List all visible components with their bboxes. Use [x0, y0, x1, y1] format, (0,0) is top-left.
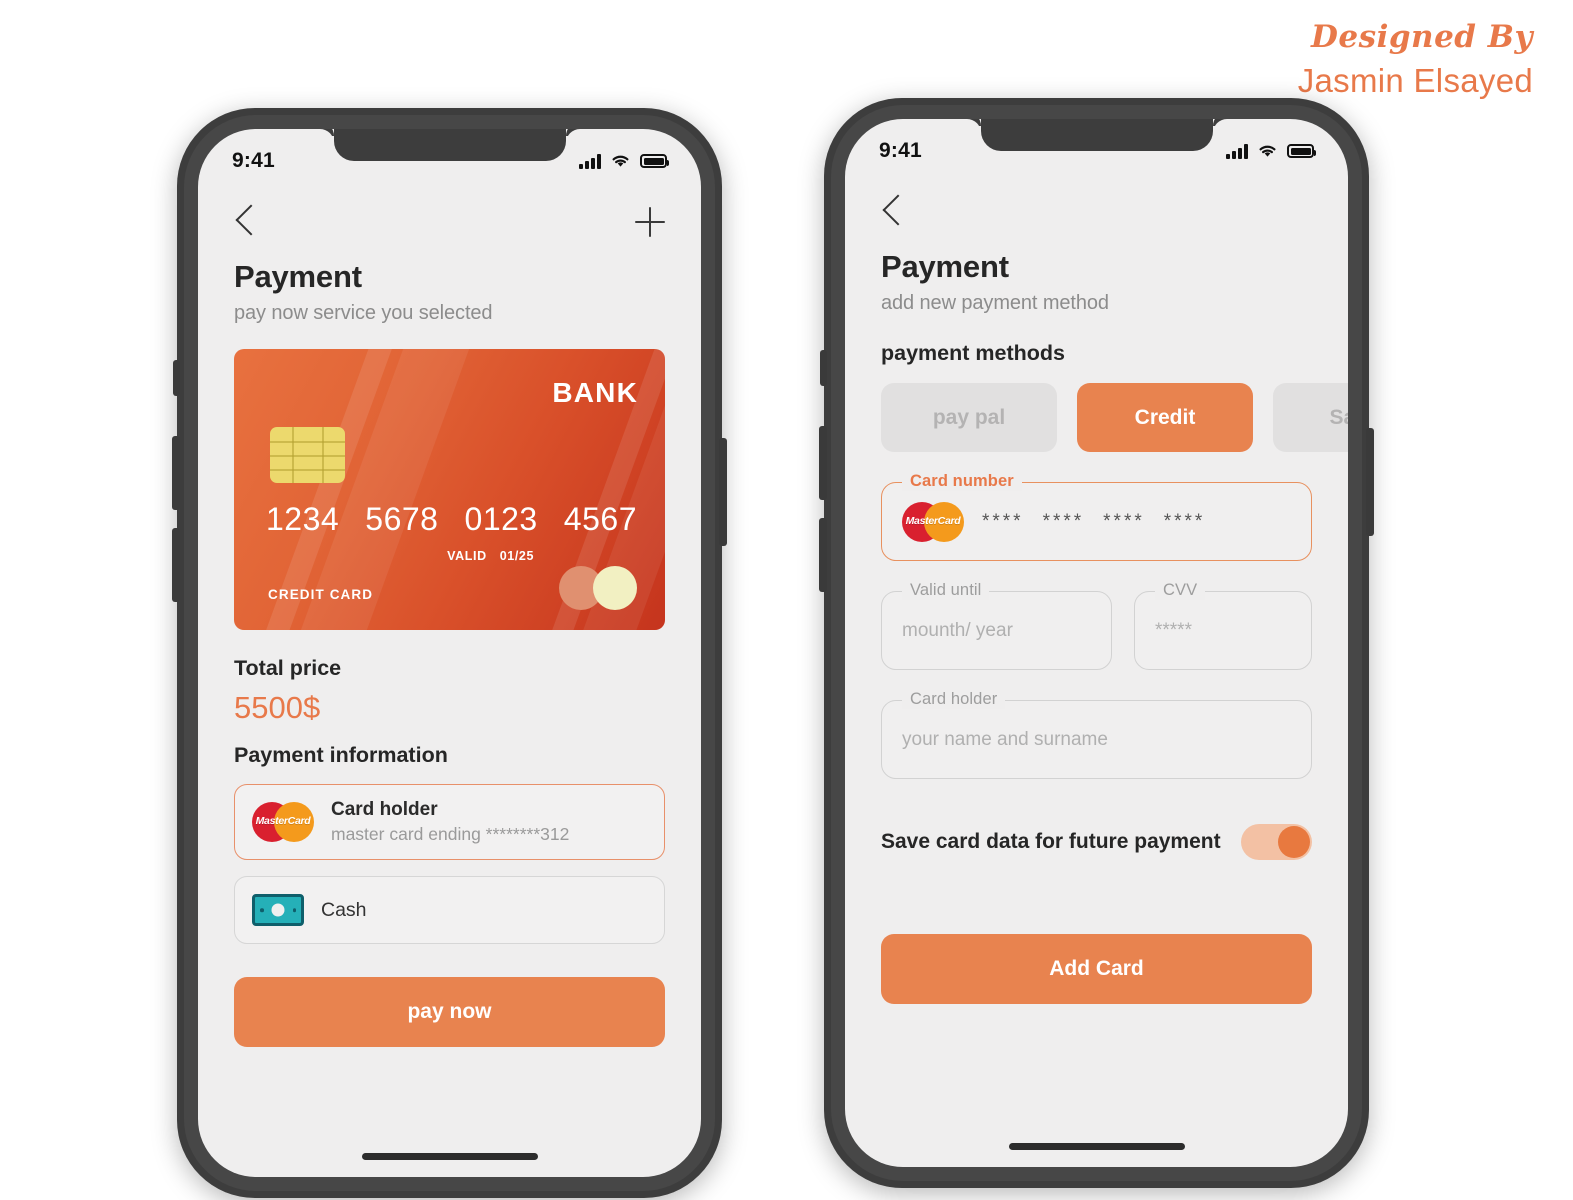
- silent-switch-left[interactable]: [173, 360, 180, 396]
- payment-method-texts: Card holder master card ending ********3…: [331, 799, 569, 845]
- mastercard-circles-icon: [559, 566, 637, 610]
- home-indicator-right[interactable]: [1008, 1143, 1185, 1150]
- volume-up-button-left[interactable]: [172, 436, 180, 510]
- payment-information-label: Payment information: [234, 743, 448, 767]
- credit-line-1: Designed By: [1311, 19, 1533, 55]
- status-bar-left: 9:41: [198, 129, 701, 181]
- status-time: 9:41: [879, 139, 922, 162]
- page-subtitle: add new payment method: [881, 292, 1109, 314]
- volume-down-button-left[interactable]: [172, 528, 180, 602]
- credit-line-2: Jasmin Elsayed: [1297, 61, 1533, 99]
- cvv-label: CVV: [1155, 581, 1206, 600]
- status-bar-right: 9:41: [845, 119, 1348, 171]
- card-number-group: 1234: [266, 501, 340, 537]
- total-price-amount: 5500$: [234, 690, 321, 725]
- mastercard-logo-text: MasterCard: [905, 514, 961, 527]
- tab-sadad[interactable]: Sadad: [1273, 383, 1348, 452]
- save-card-label: Save card data for future payment: [881, 830, 1221, 853]
- tab-pay-pal[interactable]: pay pal: [881, 383, 1057, 452]
- home-indicator-left[interactable]: [361, 1153, 538, 1160]
- tab-credit[interactable]: Credit: [1077, 383, 1253, 452]
- valid-until-placeholder: mounth/ year: [902, 619, 1013, 641]
- silent-switch-right[interactable]: [820, 350, 827, 386]
- valid-until-field[interactable]: Valid until mounth/ year: [881, 581, 1112, 670]
- mastercard-logo-text: MasterCard: [255, 815, 311, 827]
- chevron-left-icon[interactable]: [881, 195, 903, 229]
- card-number: 1234 5678 0123 4567: [266, 501, 637, 538]
- status-icons-left: [579, 153, 670, 169]
- pay-now-button[interactable]: pay now: [234, 977, 665, 1047]
- power-button-left[interactable]: [719, 438, 727, 546]
- plus-icon[interactable]: [635, 207, 665, 237]
- card-number-group: 5678: [365, 501, 439, 537]
- nav-row-right: [881, 181, 1312, 243]
- add-card-button[interactable]: Add Card: [881, 934, 1312, 1004]
- mastercard-logo-icon: MasterCard: [252, 802, 314, 842]
- payment-method-title: Card holder: [331, 799, 438, 820]
- screen-right: 9:41 Payment add new payment method paym…: [845, 119, 1348, 1167]
- cash-banknote-icon: [252, 894, 304, 926]
- signal-bars-icon: [579, 153, 601, 169]
- total-price-label: Total price: [234, 656, 342, 680]
- card-number-group: ****: [1163, 510, 1206, 532]
- save-card-row: Save card data for future payment: [881, 824, 1312, 860]
- page-title: Payment: [881, 249, 1009, 284]
- designer-credit: Designed By Jasmin Elsayed: [1297, 19, 1533, 100]
- card-number-value: **** **** **** ****: [982, 511, 1205, 533]
- card-number-group: ****: [1103, 510, 1145, 532]
- credit-card-visual: BANK 1234 5678 0123 4567 VALID 01/25 CRE…: [234, 349, 665, 630]
- card-number-label: Card number: [902, 472, 1022, 491]
- toggle-knob: [1278, 826, 1310, 858]
- phone-mockup-left: 9:41 Payment pay now service you selecte…: [172, 108, 727, 1198]
- payment-method-card-holder[interactable]: MasterCard Card holder master card endin…: [234, 784, 665, 860]
- card-bank-label: BANK: [552, 377, 638, 408]
- cvv-value: *****: [1155, 619, 1192, 641]
- payment-method-cash[interactable]: Cash: [234, 876, 665, 944]
- card-holder-label: Card holder: [902, 690, 1006, 709]
- card-number-group: 0123: [464, 501, 538, 537]
- valid-cvv-row: Valid until mounth/ year CVV *****: [881, 561, 1312, 670]
- power-button-right[interactable]: [1366, 428, 1374, 536]
- nav-row-left: [234, 191, 665, 253]
- card-number-group: ****: [1042, 510, 1085, 532]
- content-left: Payment pay now service you selected BAN…: [198, 181, 701, 1177]
- card-valid-label: VALID: [447, 549, 487, 563]
- mastercard-logo-icon: MasterCard: [902, 501, 964, 542]
- content-right: Payment add new payment method payment m…: [845, 171, 1348, 1167]
- chevron-left-icon[interactable]: [234, 205, 256, 239]
- save-card-toggle[interactable]: [1241, 824, 1312, 860]
- status-icons-right: [1226, 143, 1317, 159]
- card-number-group: ****: [982, 510, 1024, 532]
- card-holder-placeholder: your name and surname: [902, 728, 1108, 750]
- volume-down-button-right[interactable]: [819, 518, 827, 592]
- card-validity: VALID 01/25: [447, 549, 534, 563]
- battery-full-icon: [1287, 144, 1317, 158]
- card-number-field[interactable]: Card number MasterCard **** **** **** **…: [881, 472, 1312, 561]
- cvv-field[interactable]: CVV *****: [1134, 581, 1312, 670]
- volume-up-button-right[interactable]: [819, 426, 827, 500]
- payment-method-title: Cash: [321, 898, 367, 921]
- status-time: 9:41: [232, 149, 275, 172]
- card-chip-icon: [270, 427, 345, 483]
- card-holder-field[interactable]: Card holder your name and surname: [881, 690, 1312, 779]
- page-subtitle: pay now service you selected: [234, 302, 493, 324]
- wifi-icon: [612, 155, 629, 167]
- payment-method-subtitle: master card ending ********312: [331, 824, 570, 844]
- battery-full-icon: [640, 154, 670, 168]
- card-number-group: 4567: [563, 501, 637, 537]
- valid-until-label: Valid until: [902, 581, 990, 600]
- card-valid-value: 01/25: [499, 549, 534, 563]
- wifi-icon: [1259, 145, 1276, 157]
- card-type-label: CREDIT CARD: [268, 587, 374, 602]
- phone-mockup-right: 9:41 Payment add new payment method paym…: [819, 98, 1374, 1188]
- screenshot-canvas: Designed By Jasmin Elsayed 9:41 Payment …: [0, 0, 1573, 1200]
- page-title: Payment: [234, 259, 362, 294]
- signal-bars-icon: [1226, 143, 1248, 159]
- screen-left: 9:41 Payment pay now service you selecte…: [198, 129, 701, 1177]
- payment-method-tabs: pay pal Credit Sadad: [881, 383, 1348, 452]
- payment-methods-label: payment methods: [881, 341, 1065, 365]
